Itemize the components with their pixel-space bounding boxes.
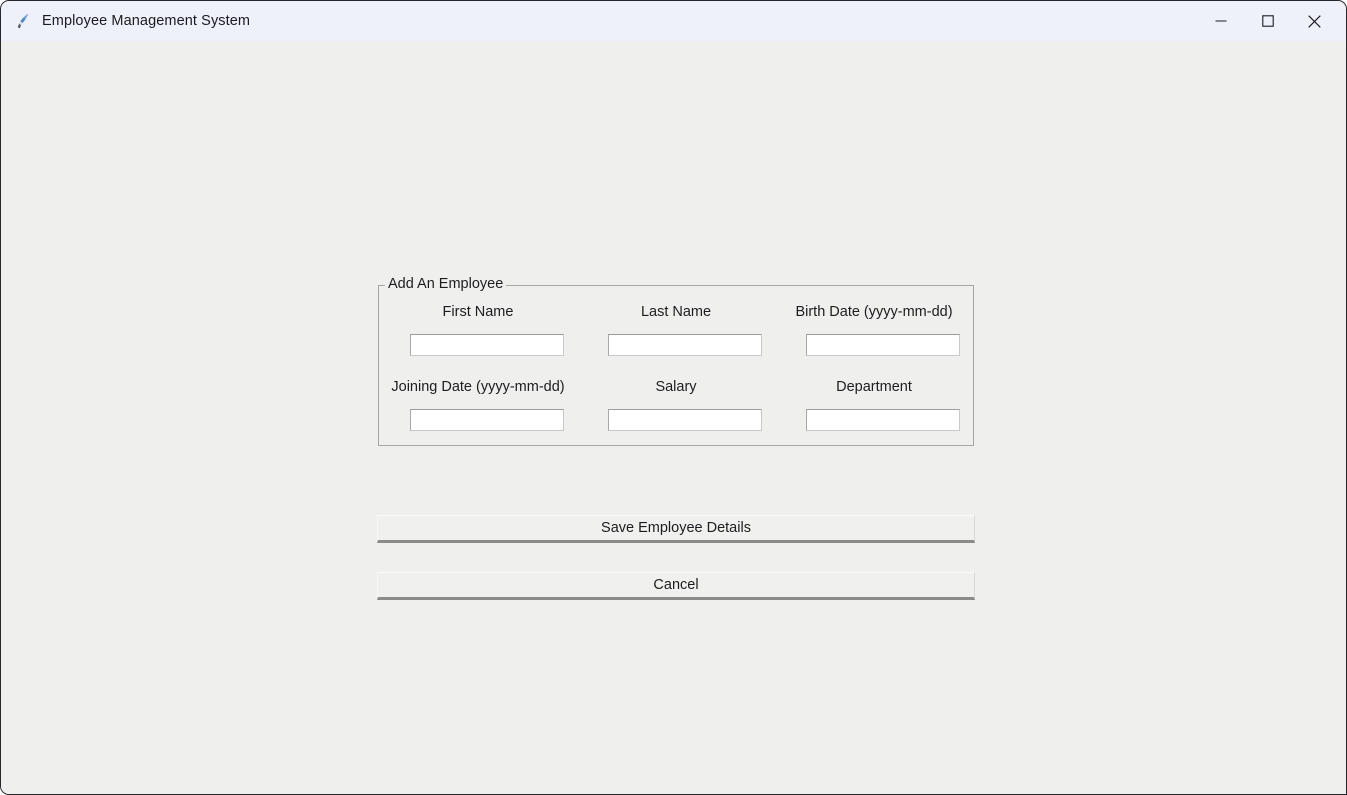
application-window: Employee Management System Add An Employ…	[0, 0, 1347, 795]
salary-input[interactable]	[608, 409, 762, 431]
field-label-last-name: Last Name	[640, 304, 712, 320]
form-row: Joining Date (yyyy-mm-dd) Salary Departm…	[379, 379, 973, 447]
groupbox-legend: Add An Employee	[385, 276, 507, 292]
form-field-last-name: Last Name	[577, 304, 775, 372]
window-controls	[1197, 1, 1346, 41]
form-field-salary: Salary	[577, 379, 775, 447]
maximize-icon[interactable]	[1244, 1, 1291, 41]
field-label-salary: Salary	[655, 379, 697, 395]
form-row: First Name Last Name Birth Date (yyyy-mm…	[379, 304, 973, 372]
form-field-birth-date: Birth Date (yyyy-mm-dd)	[775, 304, 973, 372]
birth-date-input[interactable]	[806, 334, 960, 356]
form-field-joining-date: Joining Date (yyyy-mm-dd)	[379, 379, 577, 447]
department-input[interactable]	[806, 409, 960, 431]
last-name-input[interactable]	[608, 334, 762, 356]
field-label-first-name: First Name	[442, 304, 514, 320]
first-name-input[interactable]	[410, 334, 564, 356]
close-icon[interactable]	[1291, 1, 1338, 41]
field-label-department: Department	[836, 379, 912, 395]
add-employee-groupbox: Add An Employee First Name Last Name Bir…	[378, 276, 974, 447]
client-area: Add An Employee First Name Last Name Bir…	[1, 41, 1346, 794]
minimize-icon[interactable]	[1197, 1, 1244, 41]
field-label-birth-date: Birth Date (yyyy-mm-dd)	[795, 304, 953, 320]
save-employee-details-button[interactable]: Save Employee Details	[377, 515, 975, 543]
joining-date-input[interactable]	[410, 409, 564, 431]
window-title: Employee Management System	[42, 13, 251, 29]
field-label-joining-date: Joining Date (yyyy-mm-dd)	[391, 379, 565, 395]
python-feather-icon	[14, 12, 32, 30]
form-field-first-name: First Name	[379, 304, 577, 372]
title-bar: Employee Management System	[1, 1, 1346, 41]
form-field-department: Department	[775, 379, 973, 447]
cancel-button[interactable]: Cancel	[377, 572, 975, 600]
title-bar-left: Employee Management System	[14, 1, 250, 41]
